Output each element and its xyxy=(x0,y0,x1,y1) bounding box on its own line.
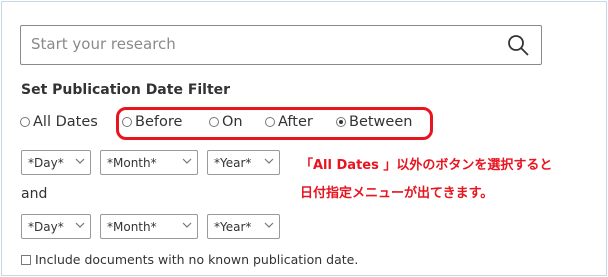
chevron-down-icon xyxy=(264,158,274,164)
to-day-select[interactable]: *Day* xyxy=(21,214,91,239)
chevron-down-icon xyxy=(75,222,85,228)
search-icon[interactable] xyxy=(505,32,531,58)
annotation-line-2: 日付指定メニューが出てきます。 xyxy=(300,186,494,201)
select-value: *Year* xyxy=(214,156,252,170)
select-value: *Year* xyxy=(214,220,252,234)
radio-circle[interactable] xyxy=(20,117,30,127)
from-year-select[interactable]: *Year* xyxy=(207,150,280,175)
from-day-select[interactable]: *Day* xyxy=(21,150,91,175)
radio-all-dates[interactable]: All Dates xyxy=(20,114,98,130)
annotation-line-1: 「All Dates 」以外のボタンを選択すると xyxy=(300,158,553,173)
filter-panel: Start your research Set Publication Date… xyxy=(1,1,607,276)
select-value: *Day* xyxy=(28,220,64,234)
chevron-down-icon xyxy=(182,222,192,228)
search-input-placeholder[interactable]: Start your research xyxy=(31,35,176,53)
chevron-down-icon xyxy=(182,158,192,164)
include-unknown-date-option[interactable]: Include documents with no known publicat… xyxy=(21,252,358,267)
include-unknown-checkbox[interactable] xyxy=(21,254,31,265)
chevron-down-icon xyxy=(75,158,85,164)
from-month-select[interactable]: *Month* xyxy=(100,150,198,175)
select-value: *Month* xyxy=(107,220,157,234)
to-month-select[interactable]: *Month* xyxy=(100,214,198,239)
and-label: and xyxy=(21,186,48,202)
search-box[interactable]: Start your research xyxy=(20,25,542,65)
include-unknown-label: Include documents with no known publicat… xyxy=(35,252,359,267)
annotation-highlight-box xyxy=(116,107,433,140)
select-value: *Day* xyxy=(28,156,64,170)
select-value: *Month* xyxy=(107,156,157,170)
to-year-select[interactable]: *Year* xyxy=(207,214,280,239)
radio-label: All Dates xyxy=(33,114,98,130)
date-filter-heading: Set Publication Date Filter xyxy=(21,82,231,98)
chevron-down-icon xyxy=(264,222,274,228)
